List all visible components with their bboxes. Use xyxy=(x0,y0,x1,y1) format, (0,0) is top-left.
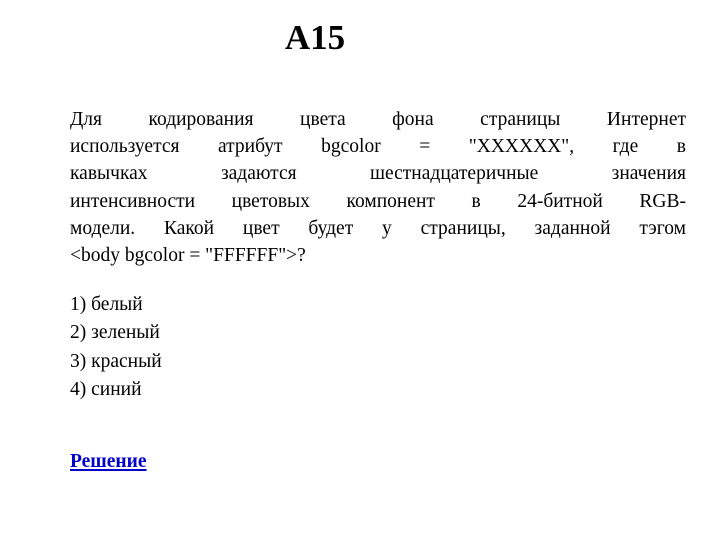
page-title-row: A15 xyxy=(0,18,720,58)
answer-option-3[interactable]: 3) красный xyxy=(70,348,470,376)
question-line: Для кодирования цвета фона страницы Инте… xyxy=(70,109,686,130)
answer-option-2[interactable]: 2) зеленый xyxy=(70,319,470,347)
question-line: интенсивности цветовых компонент в 24-би… xyxy=(70,190,686,212)
question-line: <body bgcolor = "FFFFFF">? xyxy=(70,245,306,267)
solution-link-wrapper: Решение xyxy=(70,450,147,474)
question-line: кавычках задаются шестнадцатеричные знач… xyxy=(70,163,686,185)
answer-option-1[interactable]: 1) белый xyxy=(70,291,470,319)
question-text: Для кодирования цвета фона страницы Инте… xyxy=(70,106,686,269)
page-title: A15 xyxy=(284,18,346,57)
answer-option-4[interactable]: 4) синий xyxy=(70,376,470,404)
question-line: модели. Какой цвет будет у страницы, зад… xyxy=(70,217,686,239)
answer-options-list: 1) белый 2) зеленый 3) красный 4) синий xyxy=(70,291,470,405)
document-page: A15 Для кодирования цвета фона страницы … xyxy=(0,0,720,540)
solution-link[interactable]: Решение xyxy=(70,451,147,472)
question-line: используется атрибут bgcolor = "XXXXXX",… xyxy=(70,136,686,158)
